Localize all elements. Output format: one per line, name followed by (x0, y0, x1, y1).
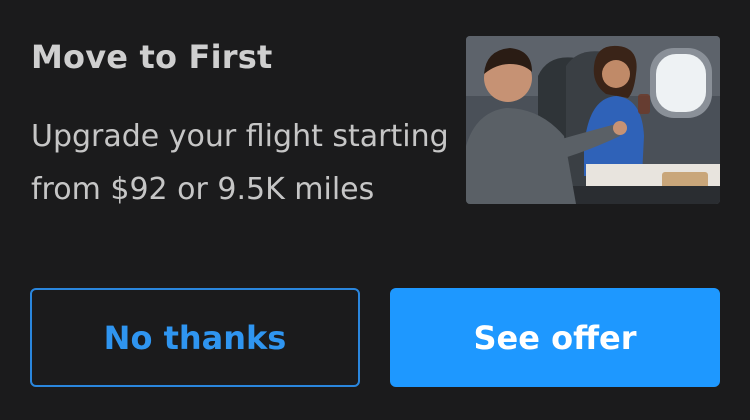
first-class-cabin-image (466, 36, 720, 204)
see-offer-button[interactable]: See offer (390, 288, 720, 387)
offer-description: Upgrade your flight starting from $92 or… (31, 119, 449, 207)
offer-title: Move to First (31, 38, 273, 76)
upgrade-offer-card: Move to First Upgrade your flight starti… (0, 0, 750, 420)
no-thanks-button[interactable]: No thanks (30, 288, 360, 387)
